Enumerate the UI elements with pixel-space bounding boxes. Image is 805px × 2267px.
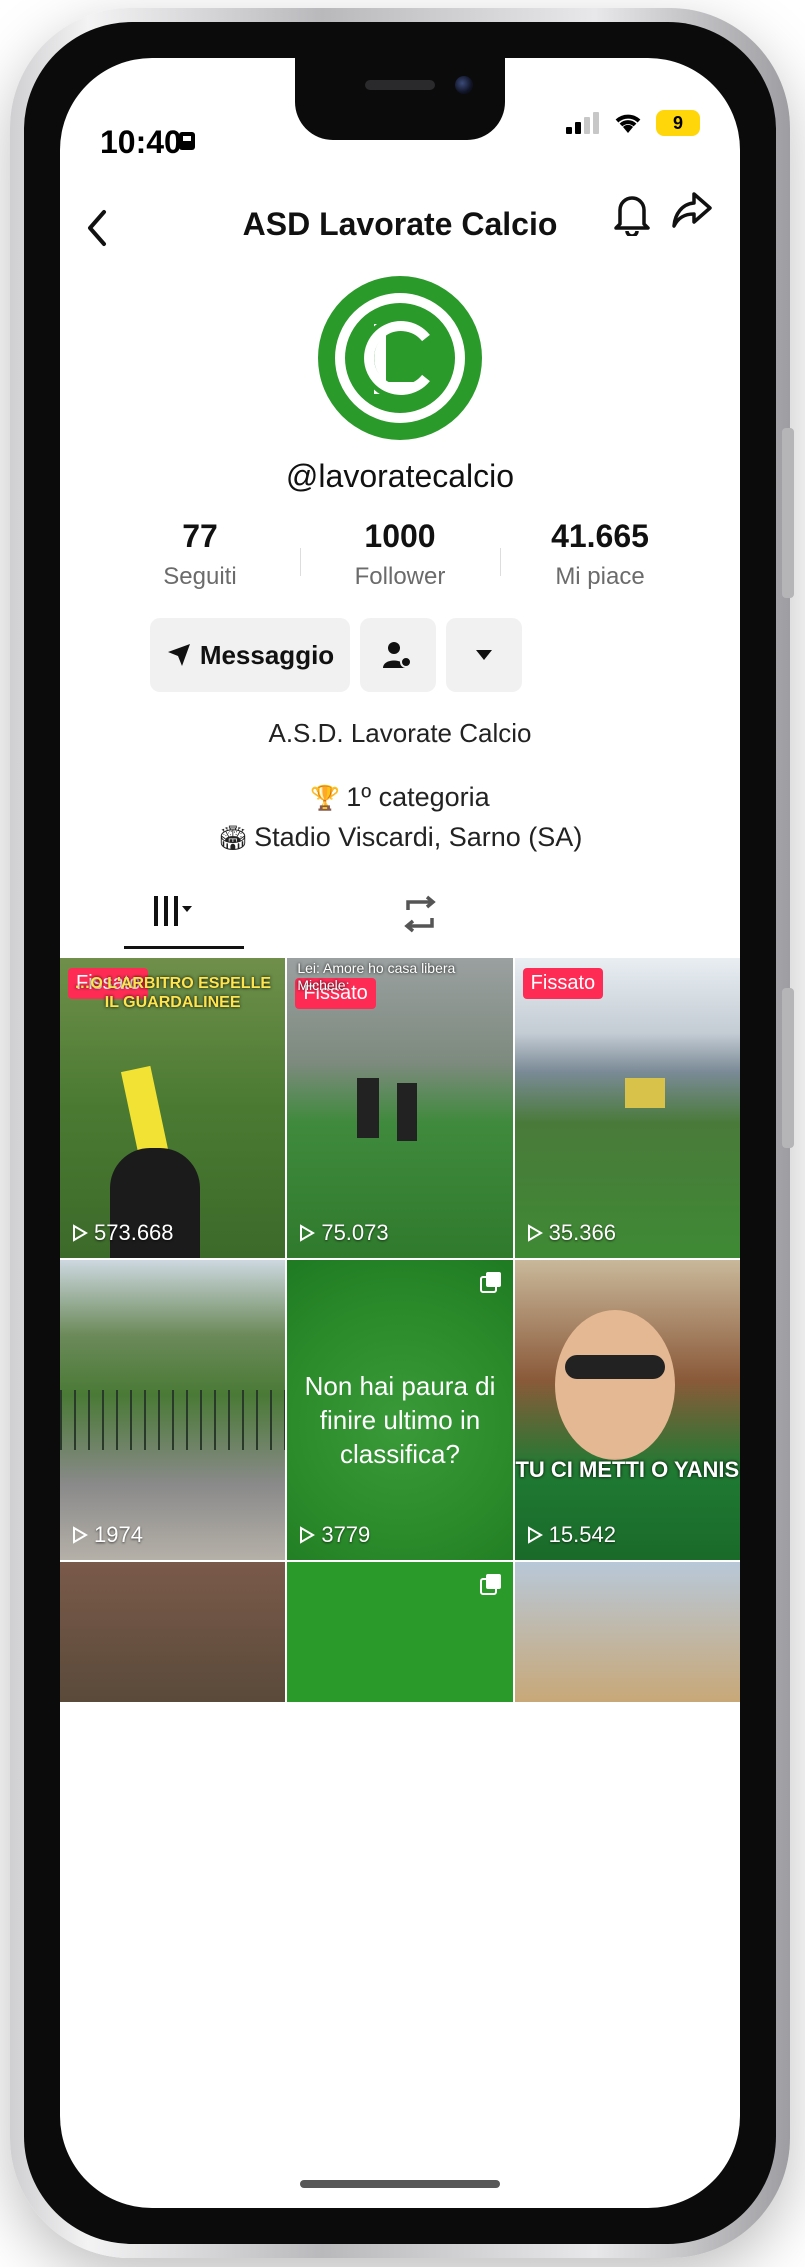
view-count-value: 75.073 [321,1220,389,1245]
carousel-icon [479,1272,501,1293]
profile-tabs [60,884,740,954]
bio-location-text: Stadio Viscardi, Sarno (SA) [254,822,583,852]
video-tile[interactable] [287,1562,513,1702]
signal-icon [566,112,599,134]
repost-icon [404,895,436,933]
stat-value: 1000 [364,518,436,554]
view-count-value: 35.366 [548,1220,616,1245]
play-icon [300,1526,316,1544]
stat-value: 41.665 [551,518,649,554]
view-count: 75.073 [299,1220,389,1246]
video-caption: Lei: Amore ho casa libera Michele: [297,960,456,993]
view-count-value: 3779 [321,1522,371,1547]
add-friend-button[interactable] [360,618,436,692]
caret-down-icon [476,650,492,660]
screen: 10:40 9 ASD Lavorate Calcio @lavoratecal… [60,58,740,2208]
view-count: 15.542 [527,1522,616,1548]
speaker [365,80,435,90]
home-indicator[interactable] [300,2180,500,2188]
side-button [782,428,794,598]
view-count: 1974 [72,1522,143,1548]
notch [295,58,505,140]
video-thumbnail [514,958,740,1258]
video-thumbnail [60,1562,286,1702]
video-thumbnail [514,1260,740,1560]
bell-icon[interactable] [612,190,652,236]
grid-tab-icon [154,896,192,926]
send-icon [167,644,190,666]
video-thumbnail [60,1260,286,1560]
video-tile[interactable]: Fissato …O L'ARBITRO ESPELLE IL GUARDALI… [60,958,286,1258]
carousel-icon [479,1574,501,1595]
view-count: 35.366 [527,1220,616,1246]
battery-indicator: 9 [656,110,700,136]
tab-indicator [124,946,244,949]
view-count-value: 1974 [94,1522,143,1547]
view-count-value: 15.542 [548,1522,616,1547]
phone-bezel: 10:40 9 ASD Lavorate Calcio @lavoratecal… [24,22,776,2244]
view-count: 573.668 [72,1220,174,1246]
bio-category-text: 1º categoria [346,782,490,812]
video-grid: Fissato …O L'ARBITRO ESPELLE IL GUARDALI… [60,958,740,1702]
play-icon [73,1224,88,1242]
stat-value: 77 [182,518,218,554]
wifi-icon [615,114,641,133]
stat-label: Seguiti [163,563,237,590]
stadium-icon: 🏟 [217,825,249,852]
bio-location: 🏟 Stadio Viscardi, Sarno (SA) [60,822,740,853]
status-time: 10:40 [100,124,182,160]
tab-videos[interactable] [152,894,192,937]
username: @lavoratecalcio [285,458,515,494]
video-thumbnail [514,1562,740,1702]
play-icon [527,1526,543,1544]
stat-label: Mi piace [555,563,645,590]
user-settings-icon [383,642,412,668]
status-right: 9 [566,110,700,136]
header: ASD Lavorate Calcio [60,168,740,258]
stat-likes[interactable]: 41.665 Mi piace [500,518,700,591]
play-icon [73,1526,88,1544]
phone-frame: 10:40 9 ASD Lavorate Calcio @lavoratecal… [10,8,794,2258]
more-dropdown-button[interactable] [446,618,522,692]
pinned-badge: Fissato [522,968,604,999]
bio-category: 🏆 1º categoria [60,782,740,813]
side-button-lower [782,988,794,1148]
stat-followers[interactable]: 1000 Follower [300,518,500,591]
stat-label: Follower [354,563,446,590]
lock-icon [179,132,195,150]
play-icon [527,1224,543,1242]
view-count: 3779 [299,1522,370,1548]
tab-reposts[interactable] [400,894,440,943]
profile-actions: Messaggio [150,618,522,692]
video-tile[interactable] [514,1562,740,1702]
video-tile[interactable] [60,1562,286,1702]
club-logo-icon [320,278,480,438]
avatar[interactable] [318,276,482,440]
video-caption: TU CI METTI O YANIS [515,1457,740,1482]
message-button[interactable]: Messaggio [150,618,350,692]
video-tile[interactable]: TU CI METTI O YANIS 15.542 [514,1260,740,1560]
bio-name: A.S.D. Lavorate Calcio [268,718,532,748]
video-caption: …O L'ARBITRO ESPELLE IL GUARDALINEE [74,975,272,1012]
camera [455,76,473,94]
stat-following[interactable]: 77 Seguiti [100,518,300,591]
play-icon [300,1224,316,1242]
view-count-value: 573.668 [94,1220,174,1245]
message-button-label: Messaggio [199,639,335,670]
video-tile[interactable]: Fissato 35.366 [514,958,740,1258]
video-tile[interactable]: Fissato Lei: Amore ho casa libera Michel… [287,958,513,1258]
video-tile[interactable]: Non hai paura di finire ultimo in classi… [287,1260,513,1560]
share-icon[interactable] [670,188,714,232]
post-text: Non hai paura di finire ultimo in classi… [304,1371,496,1469]
video-tile[interactable]: 1974 [60,1260,286,1560]
profile-stats: 77 Seguiti 1000 Follower 41.665 Mi piace [100,518,700,591]
trophy-icon: 🏆 [310,785,341,812]
